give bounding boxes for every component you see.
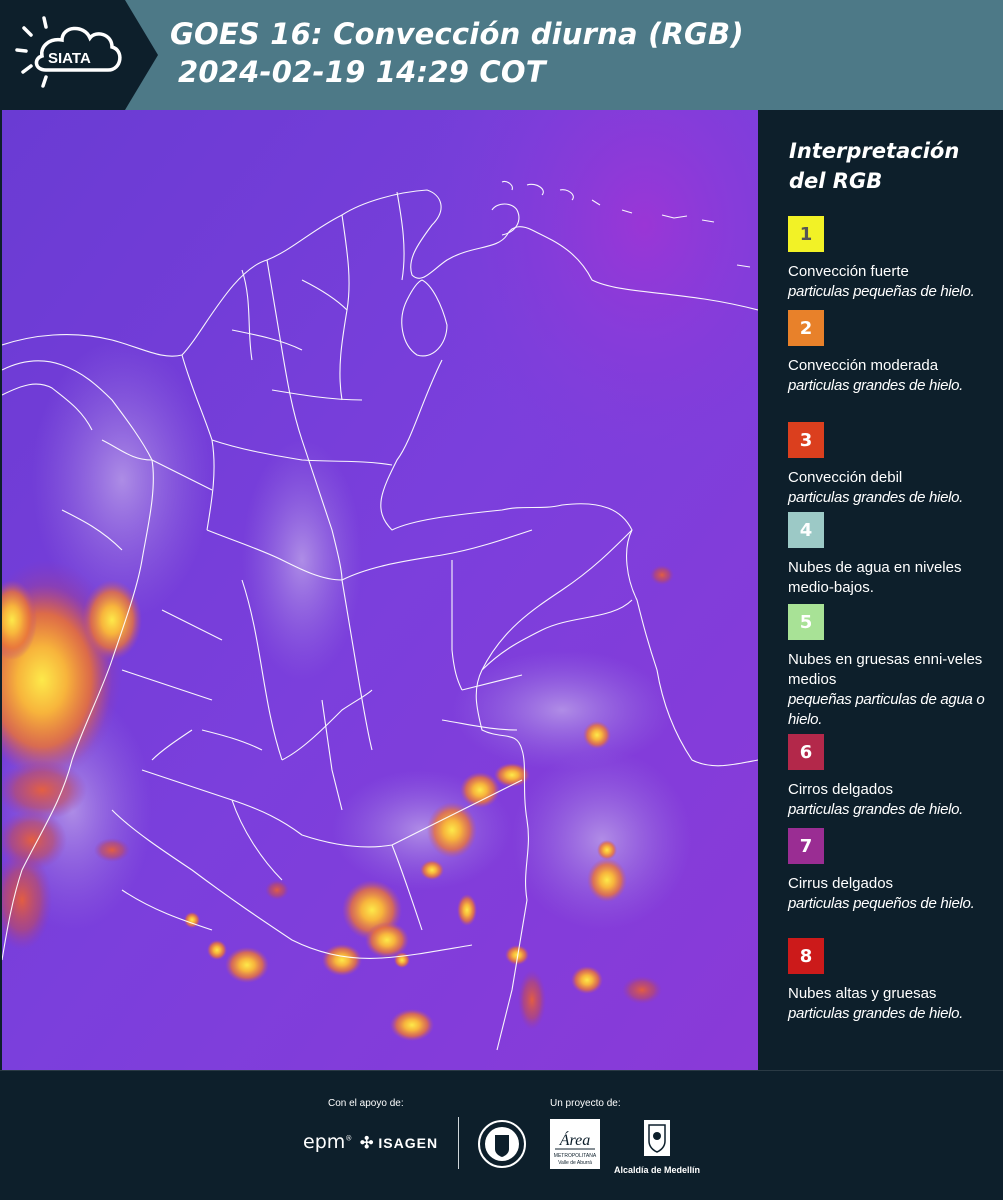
legend-label-4: Nubes de agua en niveles medio-bajos. (788, 559, 962, 596)
legend-item-6: 6 Cirros delgados particulas grandes de … (788, 734, 1000, 820)
legend-swatch-7: 7 (788, 828, 824, 864)
legend-sub-8: particulas grandes de hielo. (788, 1005, 964, 1022)
legend-title: Interpretación del RGB (789, 139, 960, 193)
header: SIATA GOES 16: Convección diurna (RGB) 2… (0, 0, 1003, 110)
legend-sub-2: particulas grandes de hielo. (788, 377, 964, 394)
legend-item-4: 4 Nubes de agua en niveles medio-bajos. (788, 512, 1000, 598)
project-label: Un proyecto de: (550, 1098, 621, 1109)
alcaldia-logo: Alcaldía de Medellín (612, 1119, 702, 1175)
svg-text:METROPOLITANA: METROPOLITANA (554, 1153, 597, 1159)
legend-item-5: 5 Nubes en gruesas enni-veles medios peq… (788, 604, 1000, 730)
legend-label-5: Nubes en gruesas enni-veles medios (788, 651, 983, 688)
legend-sub-1: particulas pequeñas de hielo. (788, 283, 975, 300)
area-metropolitana-logo: Área METROPOLITANA Valle de Aburrá (550, 1119, 600, 1174)
legend-sub-3: particulas grandes de hielo. (788, 489, 964, 506)
svg-text:Valle de Aburrá: Valle de Aburrá (558, 1160, 592, 1166)
satellite-map (2, 110, 758, 1070)
legend-sub-6: particulas grandes de hielo. (788, 801, 964, 818)
rgb-legend: Interpretación del RGB 1 Convección fuer… (760, 110, 1003, 1070)
footer-divider (458, 1117, 459, 1169)
legend-label-3: Convección debil (788, 469, 903, 486)
legend-item-3: 3 Convección debil particulas grandes de… (788, 422, 1000, 508)
siata-logo: SIATA (0, 0, 158, 110)
isagen-icon: ✣ (360, 1135, 375, 1152)
medellin-seal-icon (477, 1119, 527, 1174)
legend-swatch-1: 1 (788, 216, 824, 252)
legend-swatch-5: 5 (788, 604, 824, 640)
legend-swatch-8: 8 (788, 938, 824, 974)
page-title: GOES 16: Convección diurna (RGB) (170, 17, 744, 51)
legend-label-1: Convección fuerte (788, 263, 909, 280)
medellin-shield-icon (644, 1120, 670, 1156)
legend-label-6: Cirros delgados (788, 781, 894, 798)
legend-item-7: 7 Cirrus delgados particulas pequeños de… (788, 828, 1000, 914)
legend-item-2: 2 Convección moderada particulas grandes… (788, 310, 1000, 396)
legend-label-7: Cirrus delgados (788, 875, 894, 892)
legend-swatch-6: 6 (788, 734, 824, 770)
legend-swatch-4: 4 (788, 512, 824, 548)
legend-item-1: 1 Convección fuerte particulas pequeñas … (788, 216, 1000, 302)
legend-item-8: 8 Nubes altas y gruesas particulas grand… (788, 938, 1000, 1024)
alcaldia-text: Alcaldía de Medellín (613, 1165, 701, 1175)
epm-logo: epm® (303, 1131, 353, 1153)
legend-swatch-2: 2 (788, 310, 824, 346)
legend-label-8: Nubes altas y gruesas (788, 985, 937, 1002)
siata-logo-text: SIATA (48, 50, 91, 67)
legend-sub-7: particulas pequeños de hielo. (788, 895, 975, 912)
legend-label-2: Convección moderada (788, 357, 939, 374)
support-label: Con el apoyo de: (328, 1098, 404, 1109)
svg-text:Área: Área (559, 1130, 591, 1149)
legend-sub-5: pequeñas particulas de agua o hielo. (788, 691, 985, 728)
isagen-logo: ✣ ISAGEN (360, 1135, 439, 1152)
legend-swatch-3: 3 (788, 422, 824, 458)
footer: Con el apoyo de: Un proyecto de: epm® ✣ … (0, 1070, 1003, 1200)
page-timestamp: 2024-02-19 14:29 COT (178, 55, 546, 89)
